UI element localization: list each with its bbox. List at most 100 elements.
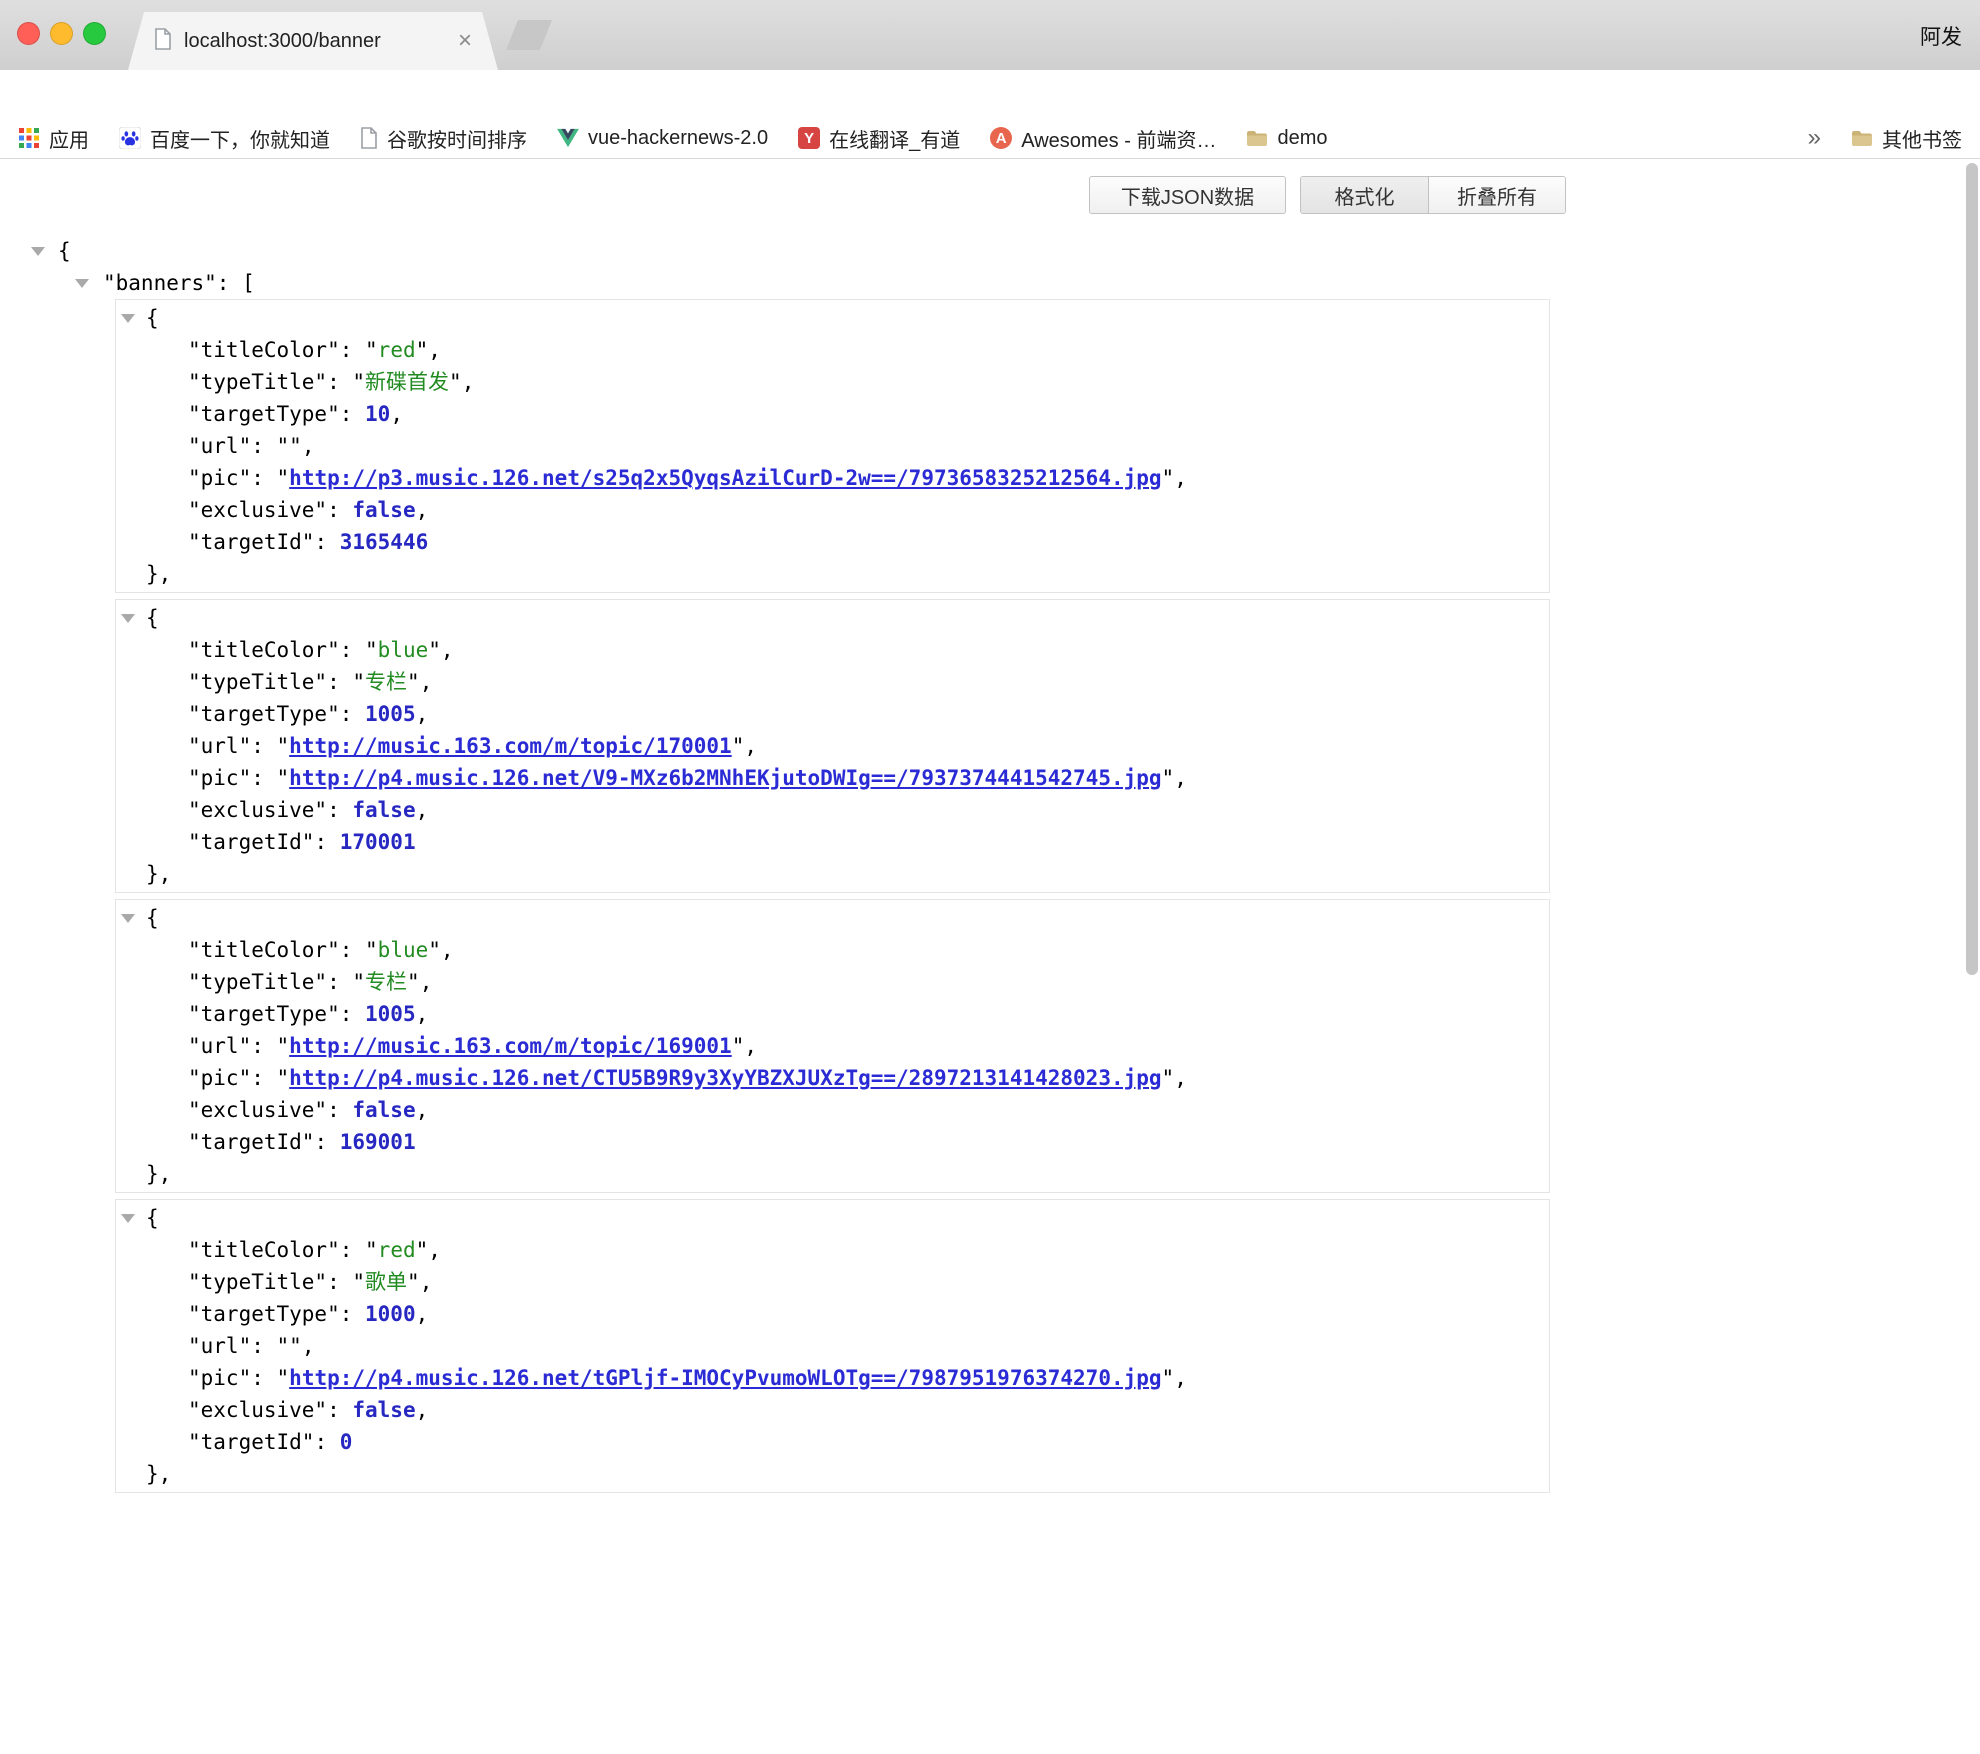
youdao-icon: Y [798,127,820,149]
format-button[interactable]: 格式化 [1301,177,1428,213]
json-punct: { [58,239,71,263]
vue-icon [557,128,579,148]
json-punct: , [1174,766,1187,790]
json-key: "typeTitle" [188,370,327,394]
minimize-window-button[interactable] [50,22,73,45]
json-property-line: "titleColor": "blue", [116,634,1549,666]
json-punct: " [277,734,290,758]
bookmark-item[interactable]: 百度一下，你就知道 [119,124,330,153]
json-key: "exclusive" [188,498,327,522]
other-bookmarks-folder[interactable]: 其他书签 [1851,124,1962,153]
json-property-line: "titleColor": "red", [116,334,1549,366]
json-punct: " [365,638,378,662]
json-punct: : [327,370,352,394]
awesomes-icon: A [990,127,1012,149]
json-key: "pic" [188,766,251,790]
json-property-line: "url": "", [116,1330,1549,1362]
vertical-scrollbar[interactable] [1966,163,1978,975]
json-url-link[interactable]: http://music.163.com/m/topic/169001 [289,1034,732,1058]
json-key: "targetType" [188,1302,340,1326]
json-string: 专栏 [365,970,407,994]
json-punct: " [407,970,420,994]
download-json-button[interactable]: 下载JSON数据 [1089,176,1286,214]
collapse-triangle-icon[interactable] [121,914,135,923]
json-key: "pic" [188,1366,251,1390]
json-property-line: "targetId": 0 [116,1426,1549,1458]
apps-grid-icon [18,127,40,149]
zoom-window-button[interactable] [83,22,106,45]
bookmark-item[interactable]: demo [1246,127,1327,150]
json-line: { [0,235,1964,267]
json-punct: " [277,1366,290,1390]
json-property-line: "pic": "http://p4.music.126.net/CTU5B9R9… [116,1062,1549,1094]
bookmark-item[interactable]: A Awesomes - 前端资… [990,124,1216,153]
json-punct: , [416,798,429,822]
bookmark-label: Awesomes - 前端资… [1021,124,1216,153]
bookmark-label: demo [1277,127,1327,150]
bookmark-item[interactable]: Y在线翻译_有道 [798,124,960,153]
json-punct: : [251,734,276,758]
json-url-link[interactable]: http://p4.music.126.net/CTU5B9R9y3XyYBZX… [289,1066,1161,1090]
json-punct: : [340,1238,365,1262]
browser-tab[interactable]: localhost:3000/banner × [128,12,498,70]
baidu-paw-icon [119,127,141,149]
collapse-triangle-icon[interactable] [75,279,89,288]
bookmarks-left-group: 应用 百度一下，你就知道 谷歌按时间排序 vue-hackernews-2.0 Y在线翻… [18,124,1327,153]
json-string: blue [378,938,429,962]
json-property-line: "exclusive": false, [116,1094,1549,1126]
json-property-line: "titleColor": "red", [116,1234,1549,1266]
json-punct: " [352,670,365,694]
json-punct: { [146,906,159,930]
json-punct: " [365,938,378,962]
json-punct: " [277,1066,290,1090]
json-punct: " [1162,1066,1175,1090]
json-punct: : [340,338,365,362]
bookmark-item[interactable]: 应用 [18,124,89,153]
json-url-link[interactable]: http://p4.music.126.net/tGPljf-IMOCyPvum… [289,1366,1161,1390]
bookmark-item[interactable]: vue-hackernews-2.0 [557,127,768,150]
json-punct: : [314,830,339,854]
json-punct: " [732,734,745,758]
collapse-all-button[interactable]: 折叠所有 [1428,177,1565,213]
json-property-line: "exclusive": false, [116,1394,1549,1426]
new-tab-button[interactable] [506,20,552,50]
tab-close-icon[interactable]: × [458,29,472,53]
json-punct: " [277,1334,290,1358]
json-punct: , [302,1334,315,1358]
json-punct: : [251,1366,276,1390]
json-punct: , [420,1270,433,1294]
json-punct: " [352,1270,365,1294]
bookmark-label: 谷歌按时间排序 [387,124,527,153]
json-property-line: "pic": "http://p4.music.126.net/tGPljf-I… [116,1362,1549,1394]
collapse-triangle-icon[interactable] [31,247,45,256]
json-punct: { [146,306,159,330]
json-key: "banners" [103,271,217,295]
json-line: { [116,302,1549,334]
json-punct: , [1174,1366,1187,1390]
json-property-line: "url": "http://music.163.com/m/topic/169… [116,1030,1549,1062]
json-url-link[interactable]: http://music.163.com/m/topic/170001 [289,734,732,758]
json-object: {"titleColor": "red","typeTitle": "歌单","… [115,1199,1550,1493]
collapse-triangle-icon[interactable] [121,314,135,323]
json-punct: " [449,370,462,394]
json-punct: : [251,1334,276,1358]
json-key: "targetType" [188,1002,340,1026]
json-key: "exclusive" [188,798,327,822]
bookmarks-overflow-chevron[interactable]: » [1808,124,1821,152]
bookmark-label: 百度一下，你就知道 [150,124,330,153]
json-punct: " [289,1334,302,1358]
close-window-button[interactable] [17,22,40,45]
json-line: }, [116,858,1549,890]
json-url-link[interactable]: http://p4.music.126.net/V9-MXz6b2MNhEKju… [289,766,1161,790]
json-url-link[interactable]: http://p3.music.126.net/s25q2x5QyqsAzilC… [289,466,1161,490]
json-viewer: {"banners": [{"titleColor": "red","typeT… [0,235,1964,1499]
collapse-triangle-icon[interactable] [121,614,135,623]
json-punct: , [416,1398,429,1422]
json-punct: " [416,338,429,362]
bookmark-item[interactable]: 谷歌按时间排序 [360,124,527,153]
json-punct: : [340,1302,365,1326]
collapse-triangle-icon[interactable] [121,1214,135,1223]
json-punct: , [416,1098,429,1122]
json-punct: " [365,338,378,362]
bookmark-label: 应用 [49,124,89,153]
